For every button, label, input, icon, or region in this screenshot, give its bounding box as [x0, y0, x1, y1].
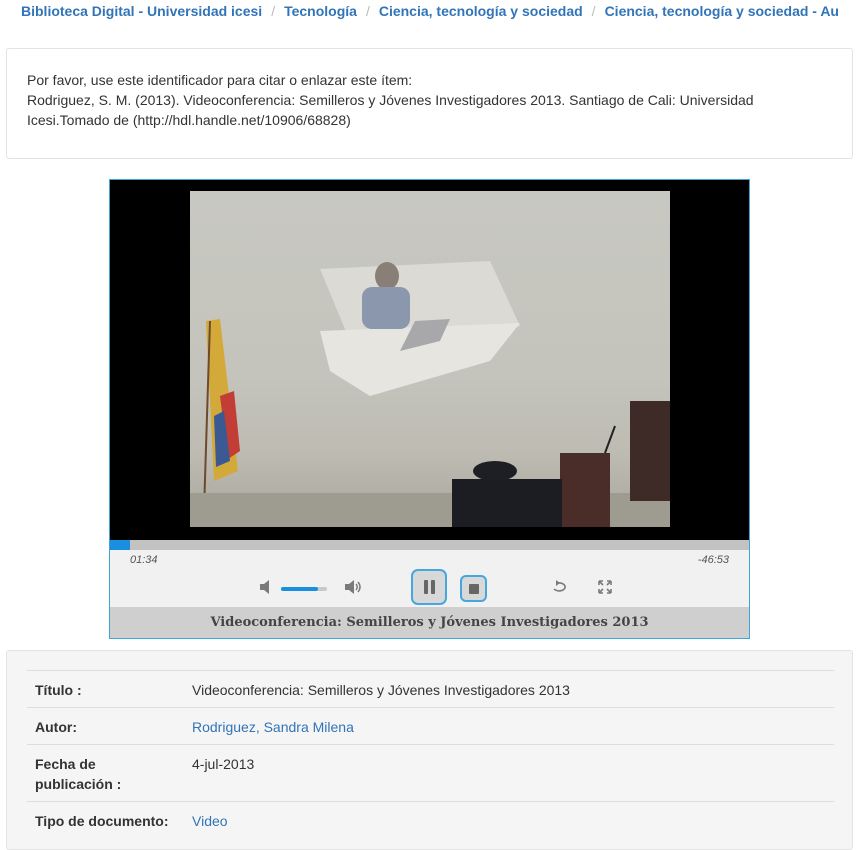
metadata-value: Videoconferencia: Semilleros y Jóvenes I… [192, 682, 570, 698]
citation-text: Rodriguez, S. M. (2013). Videoconferenci… [27, 92, 754, 128]
breadcrumb-item-tecnologia[interactable]: Tecnología [284, 3, 357, 19]
breadcrumb-separator: / [591, 3, 596, 19]
breadcrumb-separator: / [365, 3, 370, 19]
stop-button[interactable] [460, 575, 487, 602]
author-link[interactable]: Rodriguez, Sandra Milena [192, 717, 354, 737]
fullscreen-icon[interactable] [597, 579, 613, 600]
metadata-label: Título : [35, 682, 82, 698]
breadcrumb-item-community[interactable]: Ciencia, tecnología y sociedad [379, 3, 583, 19]
metadata-label: Fecha de publicación : [35, 756, 122, 792]
metadata-row-tipo: Tipo de documento: Video [27, 801, 834, 841]
progress-fill [110, 540, 131, 550]
player-controls: 01:34 -46:53 [110, 550, 749, 607]
metadata-label: Autor: [35, 719, 77, 735]
breadcrumb-item-home[interactable]: Biblioteca Digital - Universidad icesi [21, 3, 262, 19]
breadcrumb-separator: / [271, 3, 276, 19]
breadcrumb: Biblioteca Digital - Universidad icesi / T… [0, 0, 861, 26]
metadata-row-fecha: Fecha de publicación : 4-jul-2013 [27, 744, 834, 801]
metadata-panel: Título : Videoconferencia: Semilleros y … [6, 650, 853, 850]
breadcrumb-item-collection[interactable]: Ciencia, tecnología y sociedad - Au [605, 3, 839, 19]
video-frame-image [190, 261, 670, 527]
volume-high-icon[interactable] [343, 579, 363, 600]
stop-icon [469, 584, 479, 594]
volume-low-icon[interactable] [258, 579, 274, 600]
metadata-value: 4-jul-2013 [192, 756, 255, 772]
metadata-row-autor: Autor: Rodriguez, Sandra Milena [27, 707, 834, 744]
progress-bar[interactable] [110, 540, 749, 550]
citation-intro: Por favor, use este identificador para c… [27, 72, 413, 88]
remaining-time: -46:53 [697, 554, 729, 566]
pause-button[interactable] [411, 569, 447, 605]
document-type-link[interactable]: Video [192, 811, 228, 831]
citation-panel: Por favor, use este identificador para c… [6, 48, 853, 159]
metadata-label: Tipo de documento: [35, 813, 169, 829]
volume-level [281, 587, 318, 591]
video-caption: Videoconferencia: Semilleros y Jóvenes I… [110, 607, 749, 638]
video-frame [190, 191, 670, 527]
metadata-row-titulo: Título : Videoconferencia: Semilleros y … [27, 670, 834, 707]
volume-slider[interactable] [281, 587, 327, 591]
loop-icon[interactable] [550, 579, 570, 600]
elapsed-time: 01:34 [130, 554, 158, 566]
video-player: 01:34 -46:53 Videoconferencia: Semillero… [109, 179, 750, 639]
video-screen[interactable] [110, 180, 749, 540]
